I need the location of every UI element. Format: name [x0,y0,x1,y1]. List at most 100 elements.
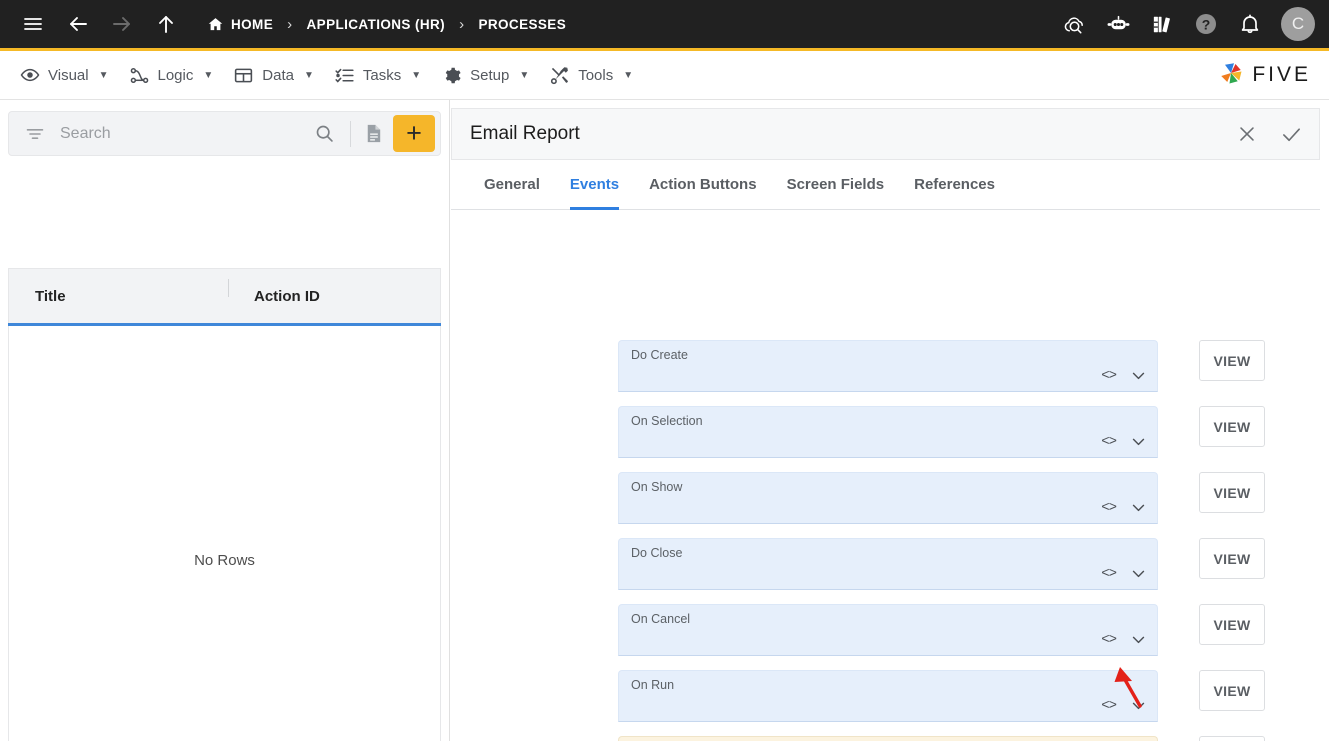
view-button[interactable]: VIEW [1199,670,1265,711]
event-field-icons: <> [1101,499,1147,516]
up-arrow-icon[interactable] [147,5,185,43]
menu-label-tools: Tools [578,67,613,84]
tools-icon [549,65,570,86]
menu-item-tasks[interactable]: Tasks ▼ [328,61,435,90]
event-row: Do RunEmailReport<> VIEW [618,736,1265,741]
view-button[interactable]: VIEW [1199,736,1265,741]
back-arrow-icon[interactable] [59,5,97,43]
tab-events[interactable]: Events [555,160,634,209]
five-logo: FIVE [1216,58,1329,93]
menu-item-tools[interactable]: Tools ▼ [543,61,647,90]
table-icon [233,65,254,86]
breadcrumb: HOME › APPLICATIONS (HR) › PROCESSES [207,16,566,33]
left-sidebar: + Title Action ID No Rows [0,100,450,741]
help-icon[interactable]: ? [1187,5,1225,43]
chevron-down-icon[interactable] [1130,433,1147,450]
filter-icon[interactable] [25,124,45,144]
code-brackets-icon[interactable]: <> [1101,566,1116,582]
check-icon[interactable] [1277,120,1305,148]
breadcrumb-item-processes[interactable]: PROCESSES [478,17,566,32]
panel-header: Email Report [451,108,1320,160]
tab-general[interactable]: General [469,160,555,209]
breadcrumb-item-home[interactable]: HOME [231,17,273,32]
bell-icon[interactable] [1231,5,1269,43]
chevron-down-icon[interactable] [1130,499,1147,516]
event-label: Do Create [631,349,1157,363]
menu-item-visual[interactable]: Visual ▼ [14,61,123,89]
event-label: On Show [631,481,1157,495]
menu-icon[interactable] [14,5,52,43]
add-button[interactable]: + [393,115,435,152]
topbar-actions: ? C [1055,5,1329,43]
menu-label-data: Data [262,67,294,84]
event-row: Do Close <> VIEW [618,538,1265,590]
event-field[interactable]: Do Create <> [618,340,1158,392]
event-label: Do Close [631,547,1157,561]
event-field[interactable]: On Cancel<> [618,604,1158,656]
books-icon[interactable] [1143,5,1181,43]
event-field[interactable]: On Selection <> [618,406,1158,458]
event-row: On Selection <> VIEW [618,406,1265,458]
column-header-action-id[interactable]: Action ID [228,288,440,305]
home-icon [207,16,224,33]
menu-label-tasks: Tasks [363,67,401,84]
chevron-down-icon[interactable] [1130,697,1147,714]
chevron-down-icon: ▼ [99,70,109,81]
code-brackets-icon[interactable]: <> [1101,500,1116,516]
chevron-down-icon[interactable] [1130,631,1147,648]
event-row: On Cancel<> VIEW [618,604,1265,656]
view-button[interactable]: VIEW [1199,538,1265,579]
event-field[interactable]: Do Close <> [618,538,1158,590]
code-brackets-icon[interactable]: <> [1101,698,1116,714]
panel-header-actions [1233,120,1305,148]
empty-state-message: No Rows [194,552,255,572]
cloud-search-icon[interactable] [1055,5,1093,43]
event-label: On Selection [631,415,1157,429]
view-button[interactable]: VIEW [1199,472,1265,513]
code-brackets-icon[interactable]: <> [1101,368,1116,384]
event-label: On Run [631,679,1157,693]
event-field-icons: <> [1101,565,1147,582]
event-field[interactable]: Do RunEmailReport<> [618,736,1158,741]
column-header-title[interactable]: Title [9,288,228,305]
detail-panel: Email Report General Events Action Butto… [450,100,1329,741]
search-input[interactable] [45,125,306,143]
code-brackets-icon[interactable]: <> [1101,632,1116,648]
checklist-icon [334,65,355,86]
avatar[interactable]: C [1281,7,1315,41]
event-field-icons: <> [1101,697,1147,714]
tab-references[interactable]: References [899,160,1010,209]
close-icon[interactable] [1233,120,1261,148]
chevron-down-icon: ▼ [519,70,529,81]
event-field[interactable]: On Show <> [618,472,1158,524]
chatbot-icon[interactable] [1099,5,1137,43]
view-button[interactable]: VIEW [1199,340,1265,381]
event-field[interactable]: On Run <> [618,670,1158,722]
chevron-down-icon: ▼ [304,70,314,81]
code-brackets-icon[interactable]: <> [1101,434,1116,450]
view-button[interactable]: VIEW [1199,406,1265,447]
five-pinwheel-icon [1216,58,1246,93]
view-button[interactable]: VIEW [1199,604,1265,645]
svg-text:?: ? [1202,16,1211,32]
breadcrumb-item-applications[interactable]: APPLICATIONS (HR) [307,17,446,32]
application-menu-bar: Visual ▼ Logic ▼ Data ▼ [0,51,1329,100]
chevron-down-icon: ▼ [411,70,421,81]
gear-icon [441,65,462,86]
search-icon[interactable] [306,123,343,144]
breadcrumb-separator: › [287,16,292,33]
app-window: HOME › APPLICATIONS (HR) › PROCESSES [0,0,1329,741]
event-row: On Run <> VIEW [618,670,1265,722]
breadcrumb-separator: › [459,16,464,33]
tab-screen-fields[interactable]: Screen Fields [772,160,900,209]
chevron-down-icon[interactable] [1130,367,1147,384]
document-icon[interactable] [358,119,388,149]
chevron-down-icon: ▼ [623,70,633,81]
menu-item-data[interactable]: Data ▼ [227,61,328,90]
chevron-down-icon[interactable] [1130,565,1147,582]
tab-action-buttons[interactable]: Action Buttons [634,160,771,209]
grid-header: Title Action ID [8,268,441,323]
grid-body: No Rows [8,326,441,741]
menu-item-logic[interactable]: Logic ▼ [123,61,228,90]
menu-item-setup[interactable]: Setup ▼ [435,61,543,90]
